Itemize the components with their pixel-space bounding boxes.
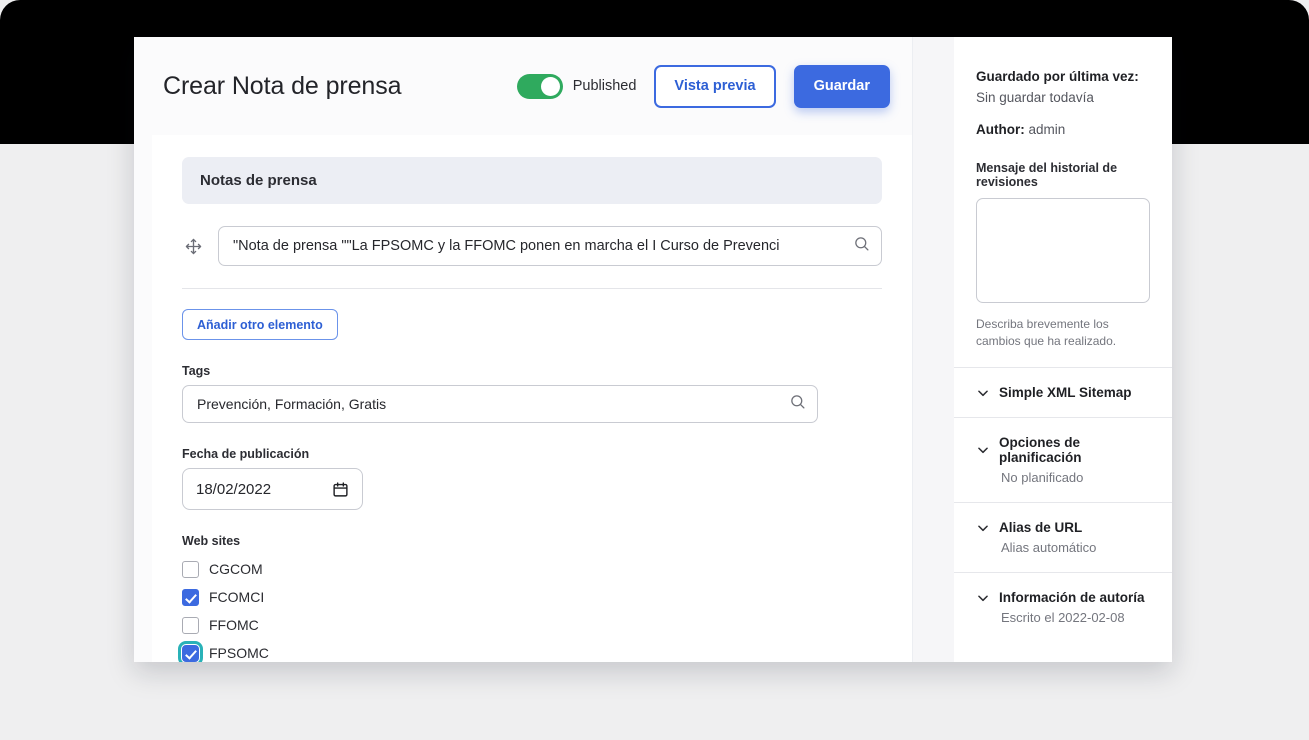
reference-row (182, 226, 882, 289)
revision-message-textarea[interactable] (976, 197, 1150, 303)
revision-message-help: Describa brevemente los cambios que ha r… (976, 316, 1117, 348)
calendar-icon[interactable] (332, 481, 349, 498)
toggle-knob (540, 76, 560, 96)
column-gutter (912, 37, 954, 662)
page-header: Crear Nota de prensa Published Vista pre… (134, 37, 912, 135)
section-header[interactable]: Alias de URL (976, 520, 1150, 535)
publish-toggle[interactable] (516, 73, 563, 99)
band-corner-left (0, 0, 22, 22)
checkbox-row[interactable]: FPSOMC (178, 639, 882, 662)
save-button[interactable]: Guardar (793, 64, 890, 108)
publish-date-label: Fecha de publicación (182, 447, 310, 461)
checkbox-row[interactable]: FCOMCI (182, 583, 882, 611)
section-header[interactable]: Simple XML Sitemap (976, 385, 1150, 400)
sidebar-meta-block: Guardado por última vez: Sin guardar tod… (954, 37, 1172, 367)
checkbox-fpsomc[interactable] (178, 640, 203, 662)
last-saved-label: Guardado por última vez: (976, 69, 1139, 84)
tags-field-group: Tags (182, 364, 882, 423)
checkbox-cgcom[interactable] (182, 560, 199, 578)
last-saved-value: Sin guardar todavía (976, 89, 1094, 105)
section-subtitle: No planificado (1001, 470, 1084, 486)
checkbox-ffomc[interactable] (182, 616, 199, 634)
page-title: Crear Nota de prensa (163, 71, 402, 100)
section-subtitle: Alias automático (1001, 540, 1097, 556)
publish-toggle-group[interactable]: Published (516, 73, 637, 99)
add-another-item-button[interactable]: Añadir otro elemento (182, 309, 338, 340)
section-subtitle: Escrito el 2022-02-08 (1001, 610, 1125, 626)
preview-button[interactable]: Vista previa (654, 64, 776, 108)
main-card: Notas de prensa "Nota de prensa ""La FPS… (152, 135, 912, 662)
websites-label: Web sites (182, 534, 241, 548)
publish-date-value: 18/02/2022 (196, 480, 272, 498)
app-window: Crear Nota de prensa Published Vista pre… (134, 37, 1172, 662)
sidebar-section-authoring[interactable]: Información de autoría Escrito el 2022-0… (954, 572, 1172, 642)
section-title: Simple XML Sitemap (999, 385, 1132, 401)
reference-input-shell (218, 226, 882, 266)
checkbox-row[interactable]: FFOMC (182, 611, 882, 639)
tags-input-shell (182, 385, 818, 423)
publish-toggle-label: Published (572, 78, 637, 94)
tags-input[interactable] (182, 385, 818, 423)
sidebar-section-url-alias[interactable]: Alias de URL Alias automático (954, 502, 1172, 572)
chevron-down-icon (976, 591, 990, 605)
screen-root: Crear Nota de prensa Published Vista pre… (0, 0, 1309, 740)
author-label: Author: (976, 121, 1025, 137)
publish-date-group: Fecha de publicación 18/02/2022 (182, 447, 882, 510)
checkbox-fcomci[interactable] (182, 588, 199, 606)
chevron-down-icon (976, 443, 990, 457)
sidebar-section-planning[interactable]: Opciones de planificación No planificado (954, 417, 1172, 502)
revision-message-label: Mensaje del historial de revisiones (976, 160, 1118, 189)
tags-label: Tags (182, 364, 211, 378)
section-header[interactable]: Opciones de planificación (976, 435, 1150, 465)
checkbox-label: CGCOM (209, 561, 263, 577)
main-column: Crear Nota de prensa Published Vista pre… (134, 37, 912, 662)
checkbox-label: FFOMC (209, 617, 259, 633)
author-value: admin (1028, 121, 1066, 137)
checkbox-label: FCOMCI (209, 589, 265, 605)
section-header-notas: Notas de prensa (182, 157, 882, 204)
move-icon[interactable] (182, 235, 204, 257)
right-sidebar: Guardado por última vez: Sin guardar tod… (954, 37, 1172, 662)
sidebar-section-sitemap[interactable]: Simple XML Sitemap (954, 367, 1172, 417)
chevron-down-icon (976, 521, 990, 535)
checkbox-row[interactable]: CGCOM (182, 555, 882, 583)
websites-checkbox-list: CGCOM FCOMCI FFOMC FPSOMC (178, 555, 882, 662)
section-title: Información de autoría (999, 590, 1145, 606)
header-actions: Published Vista previa Guardar (516, 64, 890, 108)
section-header[interactable]: Información de autoría (976, 590, 1150, 605)
publish-date-input[interactable]: 18/02/2022 (182, 468, 363, 510)
checkbox-label: FPSOMC (209, 645, 269, 661)
chevron-down-icon (976, 386, 990, 400)
websites-group: Web sites CGCOM FCOMCI FFOMC FPSOMC (178, 534, 882, 662)
section-title: Alias de URL (999, 520, 1083, 536)
section-title: Opciones de planificación (999, 435, 1082, 466)
band-corner-right (1287, 0, 1309, 22)
author-line: Author: admin (976, 120, 1150, 141)
last-saved-line: Guardado por última vez: Sin guardar tod… (976, 67, 1150, 109)
reference-input[interactable] (218, 226, 882, 266)
